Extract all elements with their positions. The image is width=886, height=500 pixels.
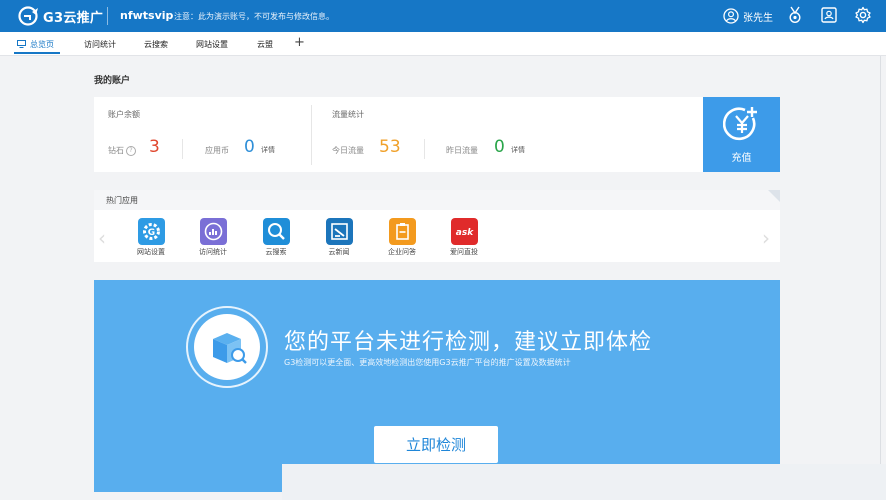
traffic-detail-link[interactable]: 详情 bbox=[511, 145, 525, 155]
app-ask-direct[interactable]: ask 爱问直投 bbox=[434, 218, 494, 257]
box-search-icon bbox=[213, 333, 247, 364]
header-divider bbox=[107, 7, 108, 25]
banner-title: 您的平台未进行检测，建议立即体检 bbox=[284, 330, 653, 355]
yesterday-traffic-label: 昨日流量 bbox=[446, 146, 478, 155]
monitor-icon bbox=[17, 40, 26, 48]
balance-label: 账户余额 bbox=[108, 110, 140, 119]
hot-apps-title: 热门应用 bbox=[106, 196, 138, 205]
active-tab-indicator bbox=[14, 52, 60, 54]
user-icon bbox=[723, 8, 739, 24]
app-label: 访问统计 bbox=[199, 248, 227, 256]
clipboard-icon bbox=[388, 218, 416, 245]
bar-chart-icon bbox=[199, 218, 227, 245]
page-title: 我的账户 bbox=[94, 76, 131, 86]
tab-cloud-search[interactable]: 云搜索 bbox=[144, 39, 168, 50]
app-label: 企业问答 bbox=[388, 248, 416, 256]
app-cloud-search[interactable]: 云搜索 bbox=[246, 218, 306, 257]
traffic-label: 流量统计 bbox=[332, 110, 364, 119]
recharge-button[interactable]: 充值 bbox=[703, 97, 780, 172]
top-bar: G3云推广 nfwtsvip 注意：此为演示账号，不可发布与修改信息。 张先生 bbox=[0, 0, 886, 32]
medal-icon[interactable] bbox=[786, 6, 804, 24]
banner-subtitle: G3检测可以更全面、更高效地检测出您使用G3云推广平台的推广设置及数据统计 bbox=[284, 358, 571, 367]
svg-text:G: G bbox=[147, 228, 154, 238]
divider bbox=[424, 139, 425, 159]
profile-card-icon[interactable] bbox=[820, 6, 838, 24]
today-traffic-label: 今日流量 bbox=[332, 146, 364, 155]
demo-notice: 注意：此为演示账号，不可发布与修改信息。 bbox=[174, 12, 334, 21]
logo-text: G3云推广 bbox=[43, 10, 104, 26]
tab-cloud-alliance[interactable]: 云盟 bbox=[257, 39, 273, 50]
tab-bar: 总览页 访问统计 云搜索 网站设置 云盟 + bbox=[0, 32, 886, 56]
yuan-plus-icon bbox=[723, 107, 757, 141]
tab-visit-stats[interactable]: 访问统计 bbox=[84, 39, 116, 50]
corner-fold bbox=[768, 190, 780, 202]
app-label: 云搜索 bbox=[265, 248, 287, 256]
logo[interactable]: G3云推广 bbox=[18, 6, 103, 26]
chevron-right-icon[interactable]: › bbox=[762, 226, 770, 250]
hot-apps-card: 热门应用 ‹ › G 网站设置 访问统计 云搜索 云新闻 企业问答 ask 爱问… bbox=[94, 190, 780, 262]
yesterday-traffic-value: 0 bbox=[494, 137, 505, 157]
balance-detail-link[interactable]: 详情 bbox=[261, 145, 275, 155]
scrollbar-track[interactable] bbox=[880, 56, 881, 500]
check-banner: 您的平台未进行检测，建议立即体检 G3检测可以更全面、更高效地检测出您使用G3云… bbox=[94, 280, 780, 492]
tab-site-settings[interactable]: 网站设置 bbox=[196, 39, 228, 50]
user-menu[interactable]: 张先生 bbox=[723, 8, 773, 24]
card-divider bbox=[311, 105, 312, 165]
coin-value: 0 bbox=[244, 137, 255, 157]
recharge-label: 充值 bbox=[731, 153, 752, 164]
check-now-button[interactable]: 立即检测 bbox=[374, 426, 498, 463]
svg-text:ask: ask bbox=[455, 228, 473, 238]
gear-icon[interactable] bbox=[854, 6, 872, 24]
today-traffic-value: 53 bbox=[379, 137, 401, 157]
divider bbox=[182, 139, 183, 159]
add-tab-button[interactable]: + bbox=[294, 35, 305, 50]
tab-overview[interactable]: 总览页 bbox=[30, 39, 54, 50]
app-label: 网站设置 bbox=[137, 248, 165, 256]
app-site-settings[interactable]: G 网站设置 bbox=[121, 218, 181, 257]
news-icon bbox=[325, 218, 353, 245]
app-label: 云新闻 bbox=[328, 248, 350, 256]
app-enterprise-qa[interactable]: 企业问答 bbox=[372, 218, 432, 257]
diamond-label: 钻石? bbox=[108, 145, 136, 156]
coin-label: 应用币 bbox=[205, 146, 229, 155]
user-name: 张先生 bbox=[743, 12, 773, 24]
gear-icon: G bbox=[137, 218, 165, 245]
app-cloud-news[interactable]: 云新闻 bbox=[309, 218, 369, 257]
bottom-overlay bbox=[282, 464, 886, 500]
hot-apps-header: 热门应用 bbox=[94, 190, 780, 210]
app-visit-stats[interactable]: 访问统计 bbox=[183, 218, 243, 257]
logo-icon bbox=[18, 6, 38, 26]
ask-icon: ask bbox=[450, 218, 478, 245]
diamond-value: 3 bbox=[149, 137, 160, 157]
account-name: nfwtsvip bbox=[120, 9, 174, 22]
app-label: 爱问直投 bbox=[450, 248, 478, 256]
search-icon bbox=[262, 218, 290, 245]
help-icon[interactable]: ? bbox=[126, 145, 136, 156]
account-card: 账户余额 钻石? 3 应用币 0 详情 流量统计 今日流量 53 昨日流量 0 … bbox=[94, 97, 703, 172]
chevron-left-icon[interactable]: ‹ bbox=[98, 226, 106, 250]
